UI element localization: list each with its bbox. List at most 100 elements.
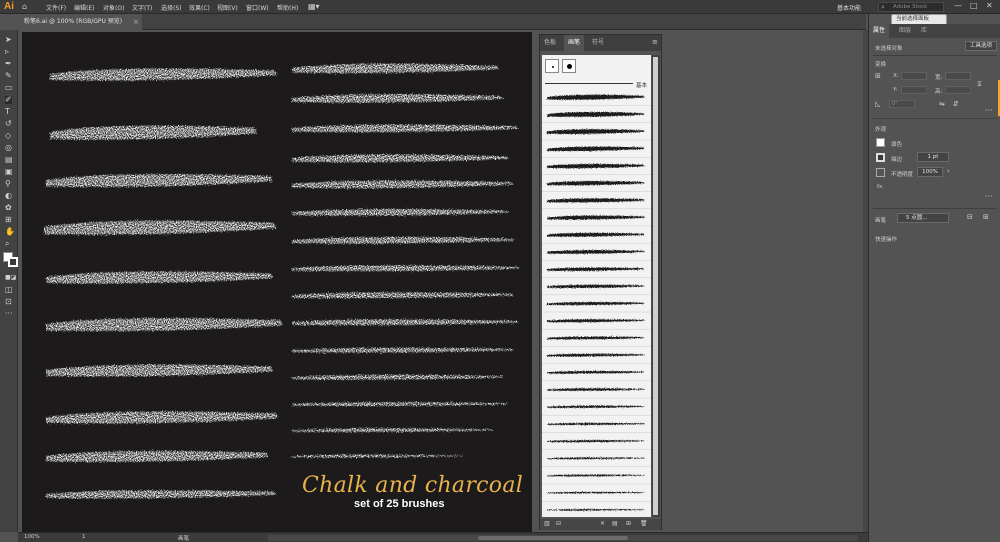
close-tab-icon[interactable]: × (133, 14, 139, 30)
new-brush-icon[interactable]: ⊞ (626, 520, 631, 527)
eraser-tool-icon[interactable]: ◇ (5, 132, 11, 140)
remove-stroke-icon[interactable]: ✕ (600, 520, 605, 527)
brush-preview[interactable] (547, 319, 645, 323)
brush-preview[interactable] (547, 353, 645, 357)
x-field[interactable] (901, 72, 927, 80)
flip-horizontal-icon[interactable]: ⇋ (939, 100, 945, 108)
brush-preview[interactable] (547, 284, 645, 289)
color-mode-icon[interactable]: ■◪ (5, 274, 16, 282)
flip-vertical-icon[interactable]: ⇵ (953, 100, 959, 108)
brush-dropdown[interactable]: 5 点圆... (897, 213, 949, 223)
stroke-color-swatch[interactable] (876, 153, 885, 162)
minimize-button[interactable]: — (954, 1, 962, 10)
brush-preview[interactable] (547, 440, 645, 443)
horizontal-scroll-thumb[interactable] (478, 536, 628, 540)
brush-preview[interactable] (547, 491, 645, 494)
mesh-tool-icon[interactable]: ▣ (5, 168, 13, 176)
angle-field[interactable]: 0° (889, 100, 915, 108)
tab-swatches[interactable]: 色板 (540, 35, 560, 51)
menu-view[interactable]: 视图(V) (217, 3, 238, 12)
menu-select[interactable]: 选择(S) (161, 3, 182, 12)
menu-type[interactable]: 文字(T) (132, 3, 152, 12)
screen-mode-icon[interactable]: ⊡ (5, 298, 12, 306)
warp-tool-icon[interactable]: ◎ (5, 144, 12, 152)
tab-symbols[interactable]: 符号 (588, 35, 608, 51)
opacity-arrow-icon[interactable]: › (947, 167, 950, 175)
panel-menu-icon[interactable]: ≡ (652, 38, 658, 46)
brush-preview[interactable] (547, 146, 645, 152)
more-appearance-options-icon[interactable]: ··· (985, 192, 993, 201)
fx-label[interactable]: fx. (877, 184, 884, 190)
brush-preview[interactable] (547, 163, 645, 169)
maximize-button[interactable]: □ (970, 1, 978, 10)
menu-file[interactable]: 文件(F) (46, 3, 66, 12)
brush-preview[interactable] (547, 129, 645, 134)
brush-preview[interactable] (547, 112, 645, 117)
brush-preview[interactable] (547, 181, 645, 186)
pen-tool-icon[interactable]: ✒ (5, 60, 12, 68)
fill-color-swatch[interactable] (876, 138, 885, 147)
brush-preview[interactable] (547, 474, 645, 477)
gradient-tool-icon[interactable]: ▤ (5, 156, 13, 164)
document-tab[interactable]: 粉笔6.ai @ 100% (RGB/GPU 预览) × (18, 14, 142, 30)
tool-options-button[interactable]: 工具选项 (965, 41, 997, 51)
constrain-proportions-icon[interactable]: ⧖ (977, 80, 982, 89)
options-icon[interactable]: ▤ (612, 520, 618, 527)
brush-preview[interactable] (547, 215, 645, 220)
brush-preview[interactable] (547, 198, 645, 203)
menu-effect[interactable]: 效果(C) (189, 3, 210, 12)
zoom-tool-icon[interactable]: ⌕ (5, 240, 9, 248)
tab-layers[interactable]: 图层 (895, 24, 915, 38)
blend-tool-icon[interactable]: ◐ (5, 192, 12, 200)
rectangle-tool-icon[interactable]: ▭ (5, 84, 13, 92)
direct-selection-tool-icon[interactable]: ▹ (5, 48, 9, 56)
menu-edit[interactable]: 编辑(E) (74, 3, 94, 12)
selection-tool-icon[interactable]: ➤ (5, 36, 12, 44)
close-window-button[interactable]: ✕ (986, 1, 993, 10)
y-field[interactable] (901, 86, 927, 94)
delete-brush-icon[interactable]: 🗑 (640, 520, 648, 527)
brush-preview[interactable] (547, 371, 645, 374)
symbol-sprayer-icon[interactable]: ✿ (5, 204, 12, 212)
tab-brushes[interactable]: 画笔 (564, 35, 585, 51)
more-tools-icon[interactable]: ··· (5, 310, 13, 318)
eyedropper-tool-icon[interactable]: ⚲ (5, 180, 11, 188)
canvas-area[interactable]: Chalk and charcoal set of 25 brushes (18, 30, 878, 532)
reference-point-icon[interactable]: ⊞ (875, 72, 881, 80)
menu-help[interactable]: 帮助(H) (277, 3, 298, 12)
brush-preview[interactable] (547, 457, 645, 460)
brush-list[interactable]: 基本 (542, 55, 651, 517)
draw-mode-icon[interactable]: ◫ (5, 286, 13, 294)
brush-list-scrollbar[interactable] (652, 55, 660, 517)
brush-preview[interactable] (547, 405, 645, 408)
artboard-number[interactable]: 1 (82, 534, 86, 540)
paintbrush-tool-icon[interactable]: ✐ (5, 96, 12, 104)
type-tool-icon[interactable]: T (5, 108, 10, 116)
rotate-tool-icon[interactable]: ↺ (5, 120, 12, 128)
h-field[interactable] (945, 86, 971, 94)
more-transform-options-icon[interactable]: ··· (985, 106, 993, 115)
brush-preview[interactable] (547, 509, 645, 511)
stroke-weight-field[interactable]: 1 pt (917, 152, 949, 162)
opacity-field[interactable]: 100% (917, 167, 943, 177)
brush-preview[interactable] (547, 232, 645, 237)
menu-window[interactable]: 窗口(W) (246, 3, 269, 12)
horizontal-scrollbar[interactable] (268, 535, 858, 541)
brush-preview[interactable] (547, 422, 645, 425)
align-icon[interactable]: ⊞ (983, 213, 989, 221)
hand-tool-icon[interactable]: ✋ (5, 228, 15, 236)
libraries-panel-icon[interactable]: ⊟ (556, 520, 561, 527)
brush-libraries-icon[interactable]: ▥ (544, 520, 550, 527)
home-icon[interactable]: ⌂ (22, 2, 27, 11)
brush-preview[interactable] (547, 250, 645, 254)
menu-object[interactable]: 对象(O) (103, 3, 124, 12)
brush-preview[interactable] (547, 336, 645, 340)
brush-preview[interactable] (547, 267, 645, 271)
w-field[interactable] (945, 72, 971, 80)
stock-search-input[interactable]: ⌕ Adobe Stock (878, 2, 944, 12)
brush-preview[interactable] (547, 388, 645, 391)
brush-preview[interactable] (547, 94, 645, 100)
arrange-documents-icon[interactable]: ▦▾ (308, 2, 320, 11)
brush-options-icon[interactable]: ⊟ (967, 213, 973, 221)
brush-list-scroll-thumb[interactable] (653, 57, 658, 515)
